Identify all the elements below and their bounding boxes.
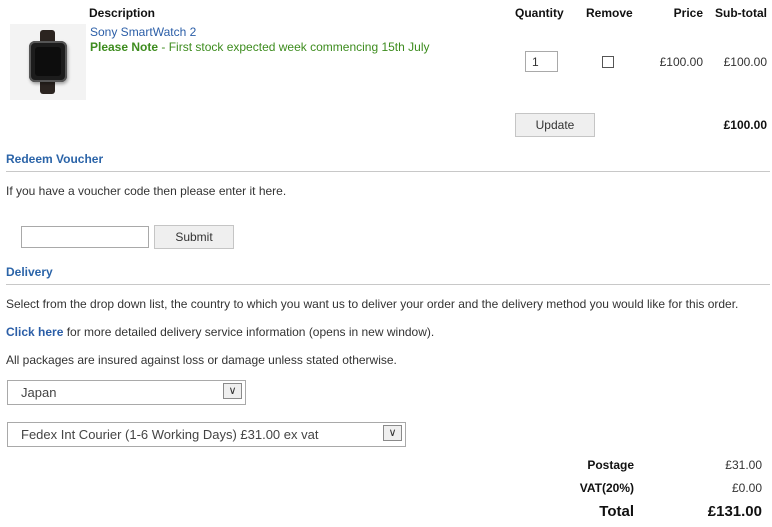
header-description: Description xyxy=(89,6,156,20)
item-price: £100.00 xyxy=(659,55,703,69)
delivery-method-select[interactable]: Fedex Int Courier (1-6 Working Days) £31… xyxy=(7,422,406,447)
grand-total-label: Total xyxy=(599,503,634,520)
note-label: Please Note xyxy=(90,40,159,54)
item-subtotal: £100.00 xyxy=(723,55,767,69)
postage-value: £31.00 xyxy=(725,458,762,472)
delivery-section-title: Delivery xyxy=(6,265,53,279)
quantity-input[interactable] xyxy=(525,51,558,72)
delivery-method-value: Fedex Int Courier (1-6 Working Days) £31… xyxy=(21,427,319,442)
voucher-section-title: Redeem Voucher xyxy=(6,152,104,166)
header-subtotal: Sub-total xyxy=(715,6,767,20)
header-price: Price xyxy=(673,6,703,20)
voucher-submit-button[interactable]: Submit xyxy=(154,225,234,249)
delivery-divider xyxy=(6,284,770,285)
country-select[interactable]: Japan ∨ xyxy=(7,380,246,405)
stock-note: Please Note - First stock expected week … xyxy=(90,40,430,54)
product-name-link[interactable]: Sony SmartWatch 2 xyxy=(90,25,196,39)
voucher-divider xyxy=(6,171,770,172)
update-button[interactable]: Update xyxy=(515,113,595,137)
chevron-down-icon[interactable]: ∨ xyxy=(223,383,242,399)
grand-total-value: £131.00 xyxy=(707,503,762,520)
country-select-value: Japan xyxy=(21,385,57,400)
delivery-instructions: Select from the drop down list, the coun… xyxy=(6,297,739,311)
voucher-code-input[interactable] xyxy=(21,226,149,248)
product-image[interactable] xyxy=(10,24,86,100)
insurance-note: All packages are insured against loss or… xyxy=(6,353,397,367)
delivery-info-text: for more detailed delivery service infor… xyxy=(63,325,435,339)
click-here-link[interactable]: Click here xyxy=(6,325,63,339)
note-text: - First stock expected week commencing 1… xyxy=(158,40,430,54)
vat-value: £0.00 xyxy=(731,481,762,495)
chevron-down-icon[interactable]: ∨ xyxy=(383,425,402,441)
header-remove: Remove xyxy=(586,6,633,20)
cart-total: £100.00 xyxy=(723,118,767,132)
voucher-instructions: If you have a voucher code then please e… xyxy=(6,184,287,198)
header-quantity: Quantity xyxy=(515,6,564,20)
remove-checkbox[interactable] xyxy=(602,56,614,68)
postage-label: Postage xyxy=(587,458,634,472)
vat-label: VAT(20%) xyxy=(579,481,634,495)
watch-face-shape xyxy=(29,41,67,82)
delivery-info-line: Click here for more detailed delivery se… xyxy=(6,325,434,339)
